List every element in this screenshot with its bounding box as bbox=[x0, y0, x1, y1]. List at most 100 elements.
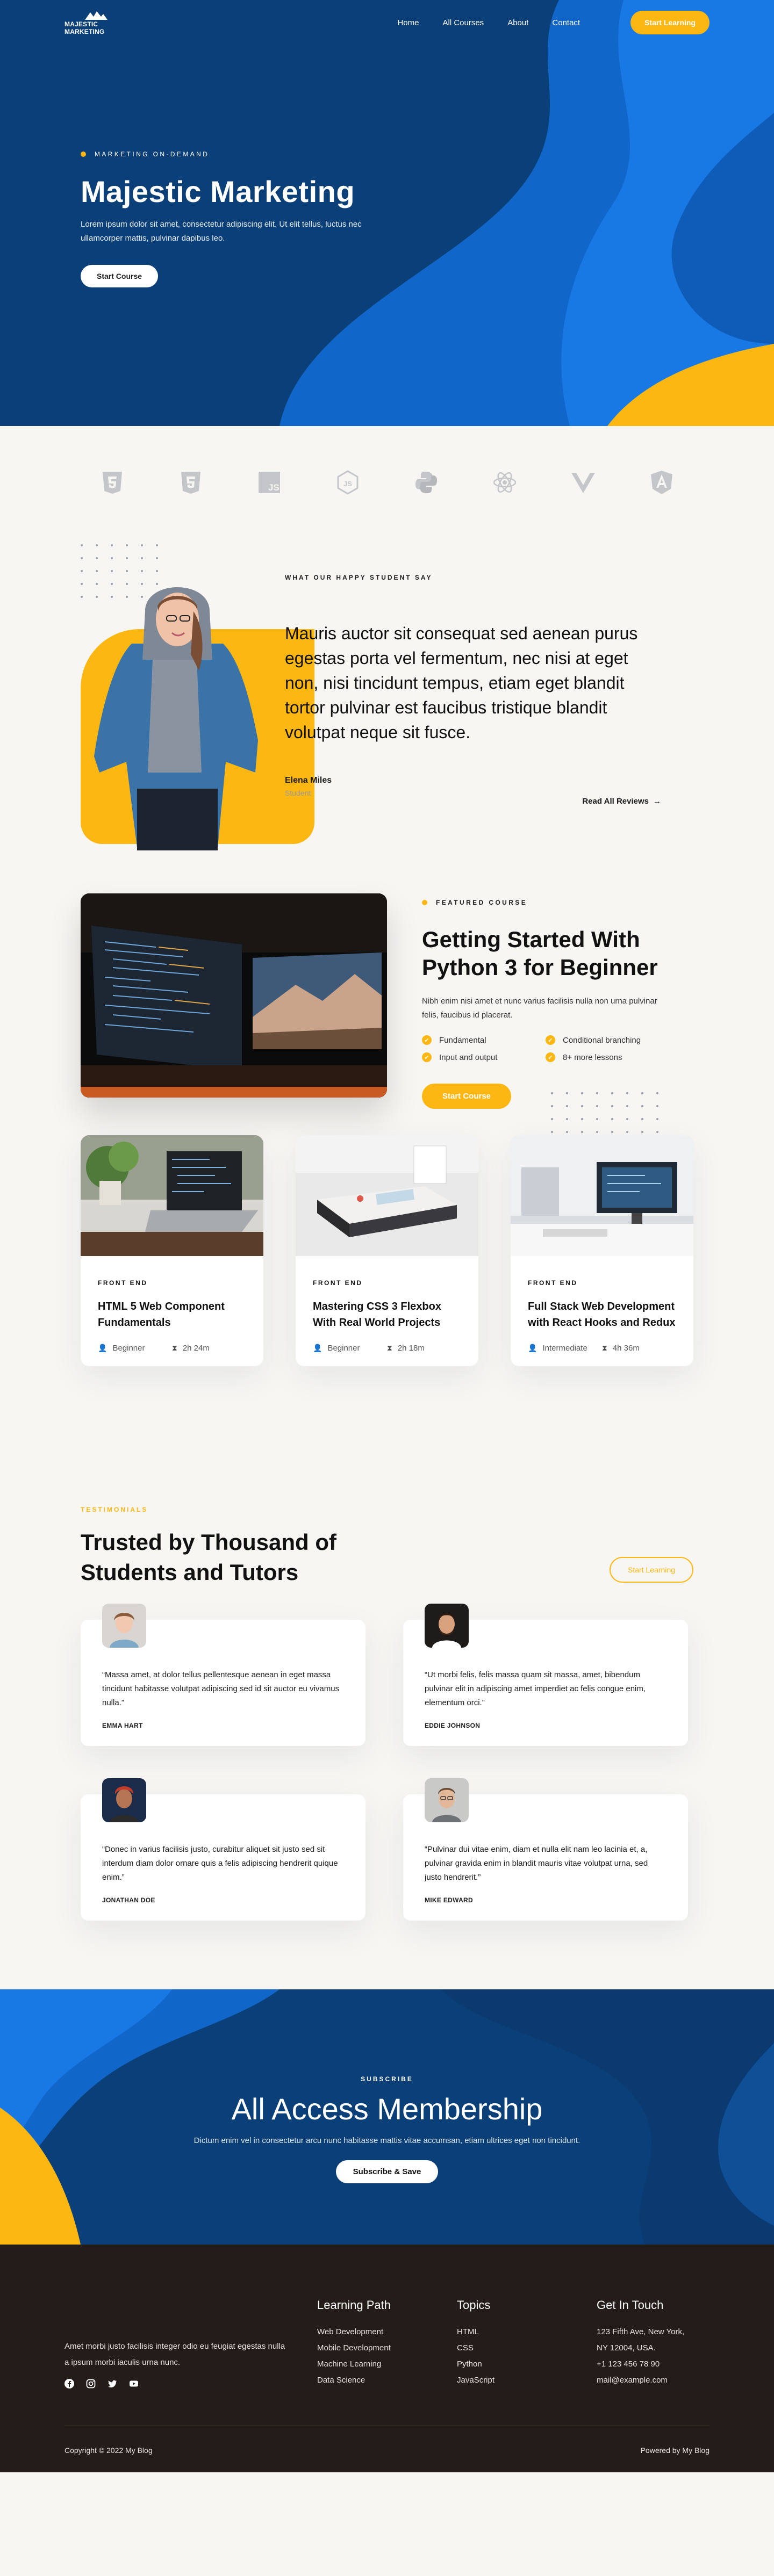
course-card[interactable]: FRONT END HTML 5 Web Component Fundament… bbox=[81, 1135, 263, 1366]
html5-icon bbox=[99, 470, 125, 495]
subscribe-button[interactable]: Subscribe & Save bbox=[335, 2160, 439, 2183]
nav-link-all-courses[interactable]: All Courses bbox=[442, 18, 484, 27]
course-duration: ⧗ 2h 24m bbox=[172, 1344, 210, 1353]
testimonial-quote: “Pulvinar dui vitae enim, diam et nulla … bbox=[425, 1845, 648, 1882]
review-author-name: Elena Miles bbox=[285, 776, 332, 785]
hero-section: MAJESTIC MARKETING Home All Courses Abou… bbox=[0, 0, 774, 426]
list-item: ✓ Fundamental bbox=[422, 1035, 546, 1045]
hero-eyebrow-text: MARKETING ON-DEMAND bbox=[95, 150, 210, 158]
course-level: 👤 Beginner bbox=[98, 1344, 145, 1353]
footer-link[interactable]: Mobile Development bbox=[317, 2340, 391, 2356]
site-footer: Amet morbi justo facilisis integer odio … bbox=[0, 2245, 774, 2472]
testimonial-author: EDDIE JOHNSON bbox=[425, 1722, 481, 1729]
review-quote: Mauris auctor sit consequat sed aenean p… bbox=[285, 624, 638, 742]
review-quote-block: WHAT OUR HAPPY STUDENT SAY Mauris auctor… bbox=[285, 574, 661, 806]
nav-links: Home All Courses About Contact Start Lea… bbox=[397, 11, 710, 34]
hero-title: Majestic Marketing bbox=[81, 175, 355, 208]
footer-address-line: 123 Fifth Ave, New York, bbox=[597, 2327, 685, 2336]
course-category: FRONT END bbox=[98, 1279, 148, 1287]
avatar bbox=[425, 1604, 469, 1648]
youtube-icon[interactable] bbox=[129, 2379, 139, 2389]
nav-link-home[interactable]: Home bbox=[397, 18, 419, 27]
read-all-reviews-label: Read All Reviews bbox=[582, 797, 649, 806]
books-desk-photo bbox=[296, 1135, 478, 1256]
svg-text:JS: JS bbox=[343, 480, 352, 488]
course-card[interactable]: FRONT END Full Stack Web Development wit… bbox=[511, 1135, 693, 1366]
social-links bbox=[64, 2379, 139, 2389]
start-course-featured-button[interactable]: Start Course bbox=[422, 1084, 512, 1109]
featured-course-section: FEATURED COURSE Getting Started With Pyt… bbox=[0, 861, 774, 1162]
tech-logos-row: JS JS bbox=[0, 426, 774, 533]
footer-link[interactable]: CSS bbox=[457, 2340, 494, 2356]
vue-icon bbox=[570, 470, 596, 495]
footer-email[interactable]: mail@example.com bbox=[597, 2372, 684, 2389]
user-icon: 👤 bbox=[528, 1344, 538, 1352]
testimonial-quote: “Ut morbi felis, felis massa quam sit ma… bbox=[425, 1670, 646, 1707]
course-title[interactable]: Mastering CSS 3 Flexbox With Real World … bbox=[313, 1298, 461, 1331]
start-course-hero-button[interactable]: Start Course bbox=[81, 265, 159, 287]
course-meta: 👤 Beginner ⧗ 2h 18m bbox=[313, 1344, 461, 1353]
course-title[interactable]: HTML 5 Web Component Fundamentals bbox=[98, 1298, 246, 1331]
testimonial-author: EMMA HART bbox=[102, 1722, 143, 1729]
footer-address-line: NY 12004, USA. bbox=[597, 2343, 656, 2353]
footer-column-title: Topics bbox=[457, 2298, 491, 2312]
testimonials-title: Trusted by Thousand of Students and Tuto… bbox=[81, 1529, 337, 1585]
footer-link[interactable]: JavaScript bbox=[457, 2372, 494, 2389]
css3-icon bbox=[178, 470, 204, 495]
mountain-logo-icon bbox=[85, 11, 108, 20]
hourglass-icon: ⧗ bbox=[602, 1344, 607, 1352]
footer-phone[interactable]: +1 123 456 78 90 bbox=[597, 2356, 684, 2372]
footer-link[interactable]: Machine Learning bbox=[317, 2356, 391, 2372]
angular-icon bbox=[649, 470, 675, 495]
testimonial-card: “Pulvinar dui vitae enim, diam et nulla … bbox=[403, 1778, 688, 1921]
twitter-icon[interactable] bbox=[108, 2379, 117, 2389]
svg-text:JS: JS bbox=[268, 482, 280, 493]
testimonial-card: “Ut morbi felis, felis massa quam sit ma… bbox=[403, 1604, 688, 1746]
avatar bbox=[102, 1604, 146, 1648]
featured-course-eyebrow: FEATURED COURSE bbox=[422, 899, 669, 906]
instagram-icon[interactable] bbox=[86, 2379, 96, 2389]
avatar bbox=[102, 1778, 146, 1822]
course-category: FRONT END bbox=[528, 1279, 578, 1287]
user-icon: 👤 bbox=[313, 1344, 322, 1352]
featured-course-image bbox=[81, 893, 387, 1098]
nodejs-icon: JS bbox=[335, 470, 361, 495]
hero-content: MARKETING ON-DEMAND Majestic Marketing L… bbox=[81, 150, 382, 287]
featured-course-info: FEATURED COURSE Getting Started With Pyt… bbox=[422, 899, 669, 1109]
course-category: FRONT END bbox=[313, 1279, 363, 1287]
workstation-photo bbox=[511, 1135, 693, 1256]
testimonial-card: “Massa amet, at dolor tellus pellentesqu… bbox=[81, 1604, 366, 1746]
course-title[interactable]: Full Stack Web Development with React Ho… bbox=[528, 1298, 676, 1331]
list-item: ✓ Conditional branching bbox=[546, 1035, 669, 1045]
featured-course-title: Getting Started With Python 3 for Beginn… bbox=[422, 927, 658, 980]
nav-link-about[interactable]: About bbox=[507, 18, 528, 27]
user-icon: 👤 bbox=[98, 1344, 108, 1352]
hourglass-icon: ⧗ bbox=[172, 1344, 177, 1352]
course-feature-list: ✓ Fundamental ✓ Conditional branching ✓ Inp… bbox=[422, 1035, 669, 1062]
footer-link[interactable]: Python bbox=[457, 2356, 494, 2372]
testimonials-eyebrow: TESTIMONIALS bbox=[81, 1506, 148, 1513]
testimonial-quote: “Donec in varius facilisis justo, curabi… bbox=[102, 1845, 338, 1882]
course-cards-row: FRONT END HTML 5 Web Component Fundament… bbox=[0, 1135, 774, 1372]
logo-text: MAJESTIC MARKETING bbox=[64, 20, 105, 35]
footer-link[interactable]: HTML bbox=[457, 2324, 494, 2340]
start-learning-testimonials-button[interactable]: Start Learning bbox=[610, 1557, 693, 1583]
hourglass-icon: ⧗ bbox=[387, 1344, 392, 1352]
course-card[interactable]: FRONT END Mastering CSS 3 Flexbox With R… bbox=[296, 1135, 478, 1366]
nav-link-contact[interactable]: Contact bbox=[552, 18, 580, 27]
react-icon bbox=[492, 470, 518, 495]
course-level: 👤 Beginner bbox=[313, 1344, 360, 1353]
start-learning-nav-button[interactable]: Start Learning bbox=[630, 11, 710, 34]
facebook-icon[interactable] bbox=[64, 2379, 74, 2389]
top-navigation: MAJESTIC MARKETING Home All Courses Abou… bbox=[0, 0, 774, 45]
copyright-text: Copyright © 2022 My Blog bbox=[64, 2446, 153, 2455]
laptop-plant-photo bbox=[81, 1135, 263, 1256]
powered-by-text: Powered by My Blog bbox=[640, 2446, 710, 2455]
site-logo[interactable]: MAJESTIC MARKETING bbox=[64, 10, 128, 35]
footer-link[interactable]: Data Science bbox=[317, 2372, 391, 2389]
testimonial-author: MIKE EDWARD bbox=[425, 1896, 473, 1904]
check-icon: ✓ bbox=[422, 1052, 432, 1062]
footer-link[interactable]: Web Development bbox=[317, 2324, 391, 2340]
read-all-reviews-link[interactable]: Read All Reviews → bbox=[582, 797, 661, 806]
footer-column-title: Learning Path bbox=[317, 2298, 391, 2312]
